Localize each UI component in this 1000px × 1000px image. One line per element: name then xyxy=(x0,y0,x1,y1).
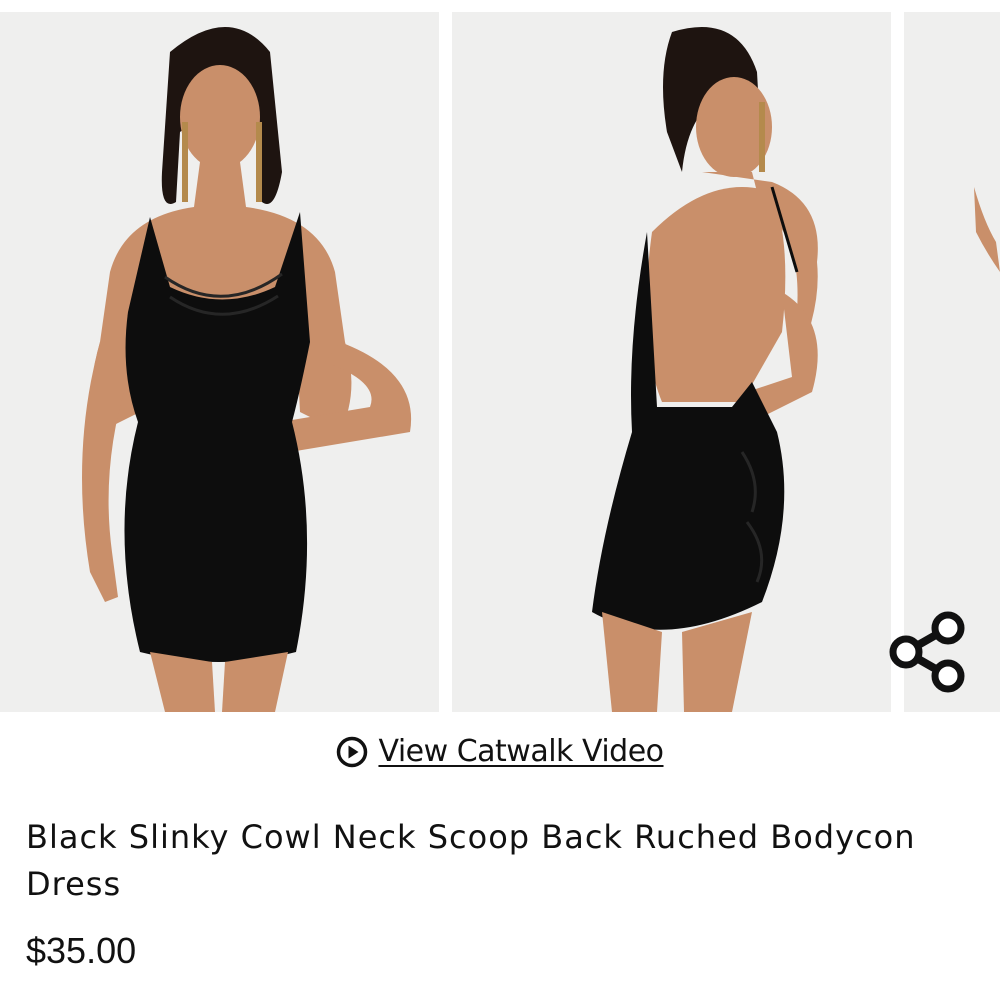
catwalk-video-label[interactable]: View Catwalk Video xyxy=(378,734,664,769)
share-icon xyxy=(889,611,965,693)
product-image-back[interactable] xyxy=(452,12,891,712)
model-front-illustration xyxy=(0,12,439,712)
product-image-front[interactable] xyxy=(0,12,439,712)
product-image-gallery[interactable] xyxy=(0,12,1000,712)
product-title: Black Slinky Cowl Neck Scoop Back Ruched… xyxy=(26,818,916,903)
share-button[interactable] xyxy=(884,608,972,696)
catwalk-video-row: View Catwalk Video xyxy=(0,734,1000,769)
view-catwalk-video-link[interactable]: View Catwalk Video xyxy=(336,734,664,769)
model-back-illustration xyxy=(452,12,891,712)
product-price: $35.00 xyxy=(26,930,137,971)
product-page: View Catwalk Video Black Slinky Cowl Nec… xyxy=(0,0,1000,1000)
model-side-illustration xyxy=(904,12,1000,712)
play-circle-icon xyxy=(336,736,368,768)
product-image-side[interactable] xyxy=(904,12,1000,712)
